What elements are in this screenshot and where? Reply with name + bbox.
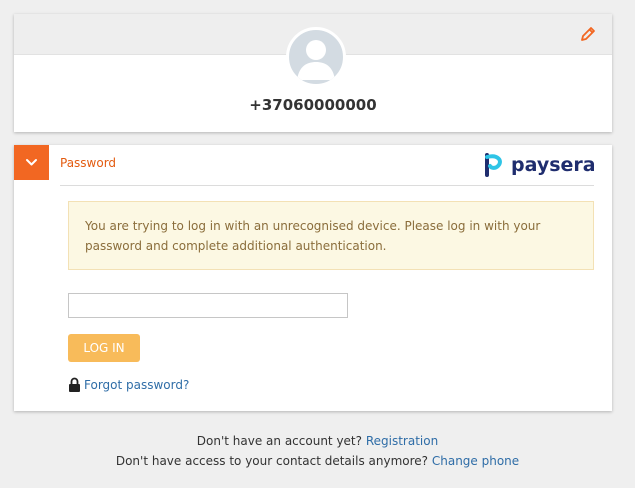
paysera-logo: paysera [484,151,596,179]
login-button[interactable]: LOG IN [68,334,140,362]
phone-number: +37060000000 [249,96,377,114]
forgot-password-link[interactable]: Forgot password? [84,378,189,392]
profile-card: +37060000000 [14,14,612,132]
lock-icon [69,377,80,392]
change-phone-link[interactable]: Change phone [432,454,519,468]
avatar [286,27,346,87]
collapse-button[interactable] [14,145,49,180]
section-title: Password [60,156,117,170]
registration-link[interactable]: Registration [366,434,438,448]
section-divider [60,185,594,186]
chevron-down-icon [26,159,37,166]
unrecognised-device-notice: You are trying to log in with an unrecog… [68,201,594,270]
no-account-text: Don't have an account yet? [196,434,362,448]
no-access-text: Don't have access to your contact detail… [115,454,429,468]
login-card: Password paysera You are trying to log i… [14,145,612,411]
brand-wordmark: paysera [511,154,594,176]
password-input[interactable] [68,293,348,318]
registration-prompt: Don't have an account yet? Registration [0,434,635,448]
forgot-password: Forgot password? [68,377,189,392]
pencil-icon[interactable] [578,24,598,44]
user-icon [297,40,335,80]
change-phone-prompt: Don't have access to your contact detail… [0,454,635,468]
